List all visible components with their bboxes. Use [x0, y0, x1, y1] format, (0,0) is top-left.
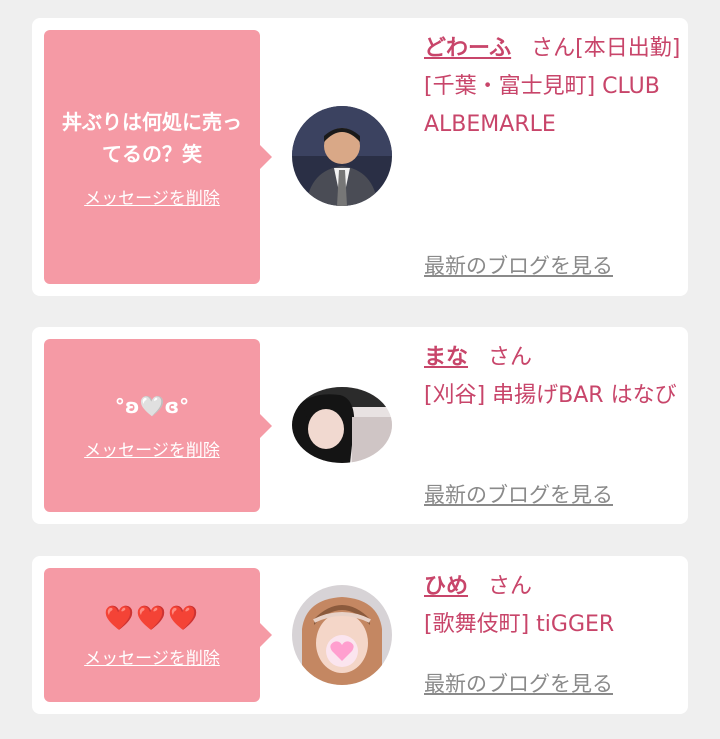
avatar[interactable] [292, 585, 392, 685]
message-text: °ʚ🤍ɞ° [114, 394, 190, 418]
latest-blog-link[interactable]: 最新のブログを見る [424, 479, 613, 509]
message-bubble: 丼ぶりは何処に売ってるの？笑 メッセージを削除 [44, 30, 272, 284]
message-card: ❤️❤️❤️ メッセージを削除 ひめ さん [歌舞伎町] tiGGER 最新のブロ… [32, 556, 688, 714]
profile-info: ひめ さん [歌舞伎町] tiGGER [424, 568, 686, 644]
message-text: 丼ぶりは何処に売ってるの？笑 [62, 109, 242, 166]
message-bubble: °ʚ🤍ɞ° メッセージを削除 [44, 339, 272, 512]
profile-info: まな さん [刈谷] 串揚げBAR はなび [424, 339, 686, 415]
shop-label: [刈谷] 串揚げBAR はなび [424, 383, 677, 408]
avatar[interactable] [292, 106, 392, 206]
avatar[interactable] [292, 387, 392, 463]
shop-label: [歌舞伎町] tiGGER [424, 612, 615, 637]
avatar-photo [292, 387, 392, 463]
profile-name-link[interactable]: まな [424, 345, 468, 370]
avatar-photo [292, 106, 392, 206]
message-bubble: ❤️❤️❤️ メッセージを削除 [44, 568, 272, 702]
profile-info: どわーふ さん[本日出勤] [千葉・富士見町] CLUB ALBEMARLE [424, 30, 686, 144]
delete-message-link[interactable]: メッセージを削除 [84, 436, 220, 461]
shop-label: [千葉・富士見町] CLUB ALBEMARLE [424, 74, 660, 137]
honorific: さん [488, 345, 533, 370]
profile-name-link[interactable]: ひめ [424, 574, 468, 599]
message-card: 丼ぶりは何処に売ってるの？笑 メッセージを削除 どわーふ さん[本日出勤] [千葉… [32, 18, 688, 296]
message-text: ❤️❤️❤️ [104, 603, 200, 632]
latest-blog-link[interactable]: 最新のブログを見る [424, 668, 613, 698]
message-card: °ʚ🤍ɞ° メッセージを削除 まな さん [刈谷] 串揚げBAR はなび 最新のブ… [32, 327, 688, 524]
latest-blog-link[interactable]: 最新のブログを見る [424, 250, 613, 280]
avatar-photo [292, 585, 392, 685]
delete-message-link[interactable]: メッセージを削除 [84, 184, 220, 209]
delete-message-link[interactable]: メッセージを削除 [84, 644, 220, 669]
honorific: さん [488, 574, 533, 599]
honorific: さん [531, 36, 576, 61]
status-label: [本日出勤] [575, 36, 681, 61]
profile-name-link[interactable]: どわーふ [424, 36, 511, 61]
